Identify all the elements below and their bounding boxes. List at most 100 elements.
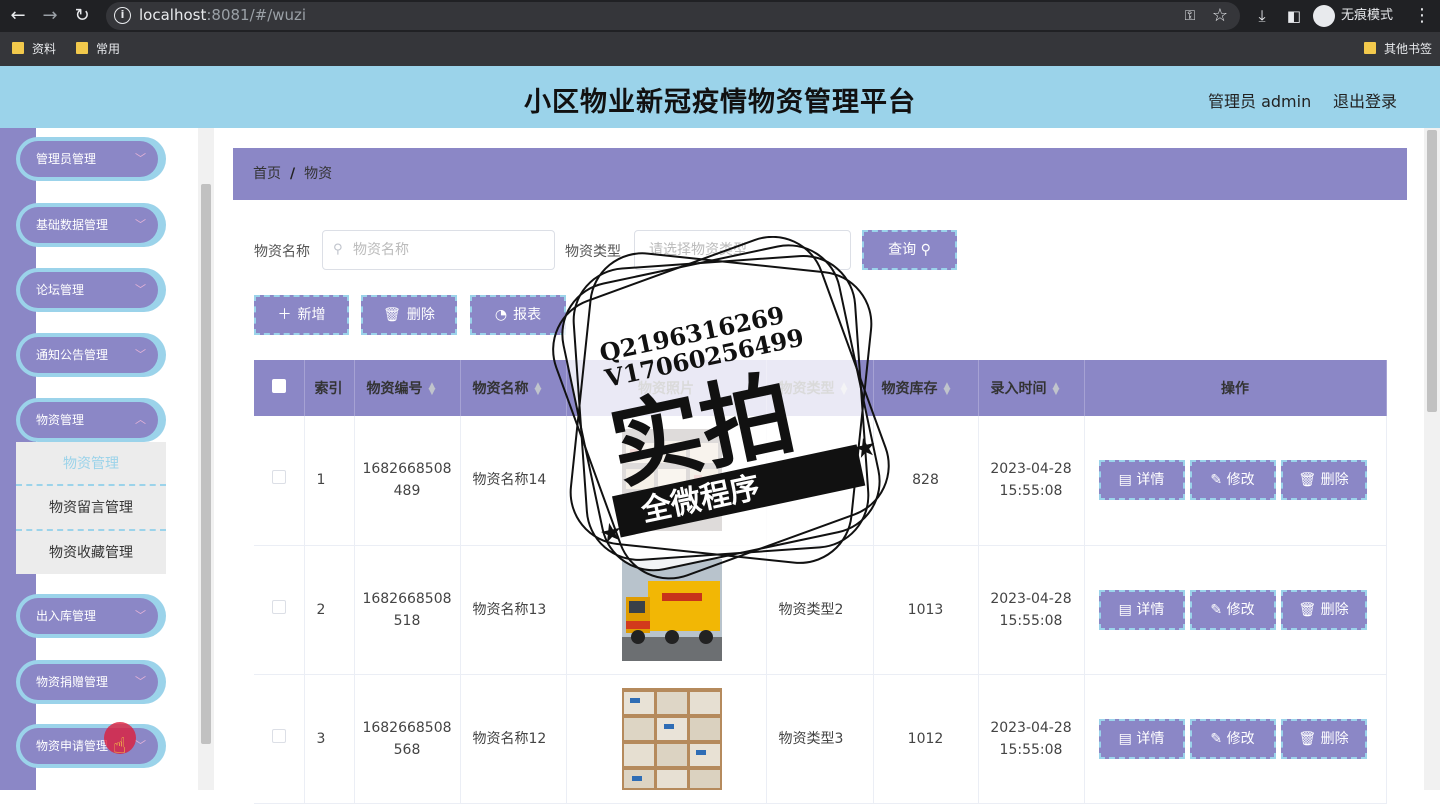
cell-clock: 15:55:08	[999, 741, 1063, 758]
bulk-delete-button[interactable]: 🗑 删除	[361, 295, 457, 335]
page-scrollbar-thumb[interactable]	[1427, 130, 1437, 412]
sort-icon[interactable]: ▲ ▼	[1053, 382, 1060, 397]
sidebar-item-inout[interactable]: 出入库管理 ﹀	[16, 594, 166, 638]
delete-button[interactable]: 🗑 删除	[1280, 718, 1367, 759]
delete-button[interactable]: 🗑 删除	[1280, 460, 1367, 501]
detail-button[interactable]: ▤ 详情	[1098, 718, 1185, 759]
document-icon: ▤	[1118, 472, 1132, 489]
edit-button[interactable]: ✎ 修改	[1189, 460, 1276, 501]
col-photo: 物资照片	[566, 360, 767, 416]
delete-label: 删除	[1320, 601, 1349, 618]
col-stock-label: 物资库存	[881, 381, 938, 397]
edit-label: 修改	[1226, 601, 1255, 618]
select-all-checkbox[interactable]	[271, 379, 286, 393]
sort-icon[interactable]: ▲ ▼	[841, 382, 848, 397]
edit-button[interactable]: ✎ 修改	[1189, 589, 1276, 630]
chevron-down-icon: ﹀	[135, 739, 146, 752]
menu-kebab-icon[interactable]: ⋮	[1410, 4, 1434, 28]
sidebar-item-supplies[interactable]: 物资管理 ︿	[16, 398, 166, 442]
supply-photo-boxes[interactable]	[622, 429, 722, 532]
cell-ops: ▤ 详情 ✎ 修改 🗑 删除	[1084, 674, 1387, 804]
sort-icon[interactable]: ▲ ▼	[535, 382, 542, 397]
cell-stock: 1012	[873, 674, 979, 804]
sidebar-item-label: 管理员管理	[36, 152, 97, 166]
cell-name: 物资名称13	[460, 545, 567, 675]
breadcrumb-home[interactable]: 首页	[253, 166, 281, 182]
cell-date: 2023-04-28	[990, 590, 1072, 607]
name-search-placeholder: 物资名称	[353, 242, 409, 258]
cell-code: 1682668508 518	[354, 545, 461, 675]
cell-code-part: 568	[393, 741, 421, 758]
trash-icon: 🗑	[1298, 472, 1317, 489]
detail-button[interactable]: ▤ 详情	[1098, 460, 1185, 501]
name-filter-label: 物资名称	[254, 244, 310, 260]
star-icon[interactable]: ☆	[1208, 4, 1232, 28]
sidebar-item-admin[interactable]: 管理员管理 ﹀	[16, 137, 166, 181]
folder-icon	[12, 42, 24, 54]
delete-button[interactable]: 🗑 删除	[1280, 589, 1367, 630]
chevron-up-icon: ︿	[135, 413, 146, 426]
breadcrumb-current: 物资	[304, 166, 333, 182]
submenu-item-favorites[interactable]: 物资收藏管理	[16, 531, 166, 575]
table-row: 2 1682668508 518 物资名称13 物资类型2 1013 2023-…	[254, 545, 1387, 675]
cell-index: 1	[304, 416, 355, 546]
sidebar-scrollbar-thumb[interactable]	[201, 184, 211, 744]
sidebar-item-forum[interactable]: 论坛管理 ﹀	[16, 268, 166, 312]
reload-icon[interactable]: ↻	[70, 4, 94, 28]
sidebar-item-application[interactable]: 物资申请管理 ﹀	[16, 724, 166, 768]
cell-ops: ▤ 详情 ✎ 修改 🗑 删除	[1084, 416, 1387, 546]
col-type[interactable]: 物资类型 ▲ ▼	[766, 360, 874, 416]
sidepanel-icon[interactable]: ◧	[1282, 4, 1306, 28]
row-checkbox[interactable]	[271, 728, 286, 743]
sort-icon[interactable]: ▲ ▼	[429, 382, 436, 397]
logout-link[interactable]: 退出登录	[1333, 88, 1397, 112]
chevron-down-icon: ﹀	[135, 609, 146, 622]
col-ops: 操作	[1084, 360, 1387, 416]
key-icon[interactable]: ⚿	[1178, 4, 1202, 28]
sort-icon[interactable]: ▲ ▼	[944, 382, 951, 397]
select-all-cell	[254, 360, 305, 416]
report-button[interactable]: ◔ 报表	[470, 295, 566, 335]
site-info-icon[interactable]: i	[114, 7, 131, 24]
cell-type: 物资类型2	[766, 416, 874, 546]
bookmark-folder[interactable]: 资料	[12, 40, 56, 58]
add-button[interactable]: ＋ 新增	[254, 295, 349, 335]
incognito-icon	[1313, 4, 1335, 27]
hand-cursor-icon: ☝	[113, 734, 127, 759]
type-select[interactable]: 请选择物资类型	[634, 230, 851, 270]
plus-icon: ＋	[277, 307, 292, 323]
col-name[interactable]: 物资名称 ▲ ▼	[460, 360, 567, 416]
row-checkbox[interactable]	[271, 470, 286, 485]
forward-icon[interactable]: →	[38, 4, 62, 28]
table-row: 1 1682668508 489 物资名称14 物资类型2 828 2023-04…	[254, 416, 1387, 546]
sidebar-item-basic-data[interactable]: 基础数据管理 ﹀	[16, 203, 166, 247]
chevron-down-icon: ﹀	[135, 218, 146, 231]
sidebar-item-label: 基础数据管理	[36, 218, 109, 232]
download-icon[interactable]: ⤓	[1250, 4, 1274, 28]
incognito-indicator[interactable]: 无痕模式	[1313, 4, 1393, 28]
submenu-item-supplies[interactable]: 物资管理	[16, 442, 166, 486]
row-select-cell	[254, 416, 305, 546]
breadcrumb-separator: /	[290, 166, 296, 182]
document-icon: ▤	[1118, 601, 1132, 618]
chevron-down-icon: ﹀	[135, 675, 146, 688]
address-bar[interactable]: i localhost:8081/#/wuzi ⚿ ☆	[106, 2, 1240, 30]
bookmark-folder[interactable]: 常用	[76, 40, 120, 58]
col-time[interactable]: 录入时间 ▲ ▼	[978, 360, 1085, 416]
detail-button[interactable]: ▤ 详情	[1098, 589, 1185, 630]
name-search-input[interactable]: ⚲ 物资名称	[322, 230, 555, 270]
sidebar-item-donation[interactable]: 物资捐赠管理 ﹀	[16, 660, 166, 704]
query-button[interactable]: 查询 ⚲	[862, 230, 957, 270]
col-code[interactable]: 物资编号 ▲ ▼	[354, 360, 461, 416]
cell-photo	[566, 674, 767, 804]
col-stock[interactable]: 物资库存 ▲ ▼	[873, 360, 979, 416]
other-bookmarks[interactable]: 其他书签	[1364, 40, 1432, 58]
row-checkbox[interactable]	[271, 599, 286, 614]
supply-photo-truck[interactable]	[622, 558, 722, 661]
back-icon[interactable]: ←	[6, 4, 30, 28]
edit-button[interactable]: ✎ 修改	[1189, 718, 1276, 759]
supply-photo-cartons[interactable]	[622, 687, 722, 790]
cell-photo	[566, 416, 767, 546]
submenu-item-messages[interactable]: 物资留言管理	[16, 486, 166, 530]
sidebar-item-notice[interactable]: 通知公告管理 ﹀	[16, 333, 166, 377]
